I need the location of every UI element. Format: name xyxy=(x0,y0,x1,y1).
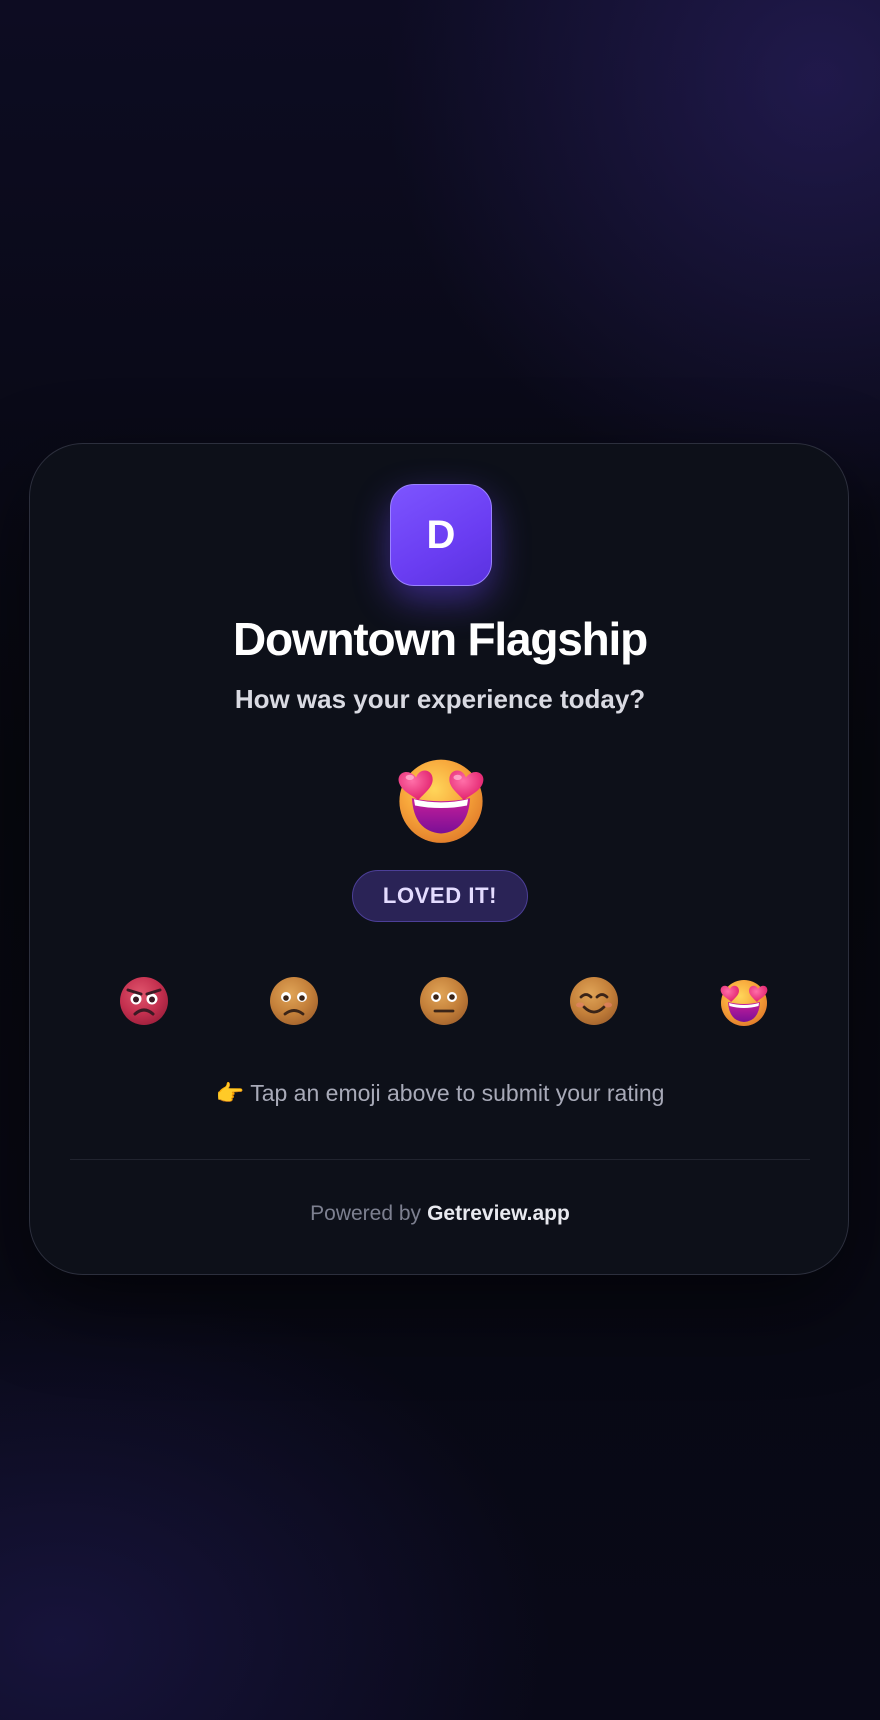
powered-by-label: Powered by xyxy=(310,1202,422,1225)
rating-hint-text: Tap an emoji above to submit your rating xyxy=(250,1080,665,1106)
rating-status-label: LOVED IT! xyxy=(382,883,498,908)
angry-face-icon xyxy=(120,977,168,1025)
heart-eyes-face-icon xyxy=(720,980,768,1026)
rating-option-frowning[interactable] xyxy=(266,972,322,1028)
smiling-face-icon xyxy=(570,977,618,1025)
business-logo: D xyxy=(390,484,492,586)
powered-by-footer: Powered by Getreview.app xyxy=(30,1200,850,1227)
selected-heart-eyes-icon xyxy=(389,742,493,846)
getreview-link[interactable]: Getreview.app xyxy=(427,1202,570,1225)
frowning-face-icon xyxy=(270,977,318,1025)
rating-hint: 👉 Tap an emoji above to submit your ratin… xyxy=(30,1079,850,1110)
rating-option-smiling[interactable] xyxy=(566,972,622,1028)
pointing-hand-icon: 👉 xyxy=(215,1081,245,1107)
rating-card: D Downtown Flagship How was your experie… xyxy=(29,443,849,1275)
business-initial: D xyxy=(426,512,456,557)
emoji-rating-options xyxy=(30,972,850,1028)
rating-question: How was your experience today? xyxy=(234,684,646,714)
footer-divider xyxy=(70,1159,810,1160)
neutral-face-icon xyxy=(420,977,468,1025)
rating-option-heart-eyes[interactable] xyxy=(716,972,772,1028)
business-name: Downtown Flagship xyxy=(233,613,648,665)
rating-status-badge: LOVED IT! xyxy=(352,870,528,922)
rating-option-neutral[interactable] xyxy=(416,972,472,1028)
rating-option-angry[interactable] xyxy=(116,972,172,1028)
